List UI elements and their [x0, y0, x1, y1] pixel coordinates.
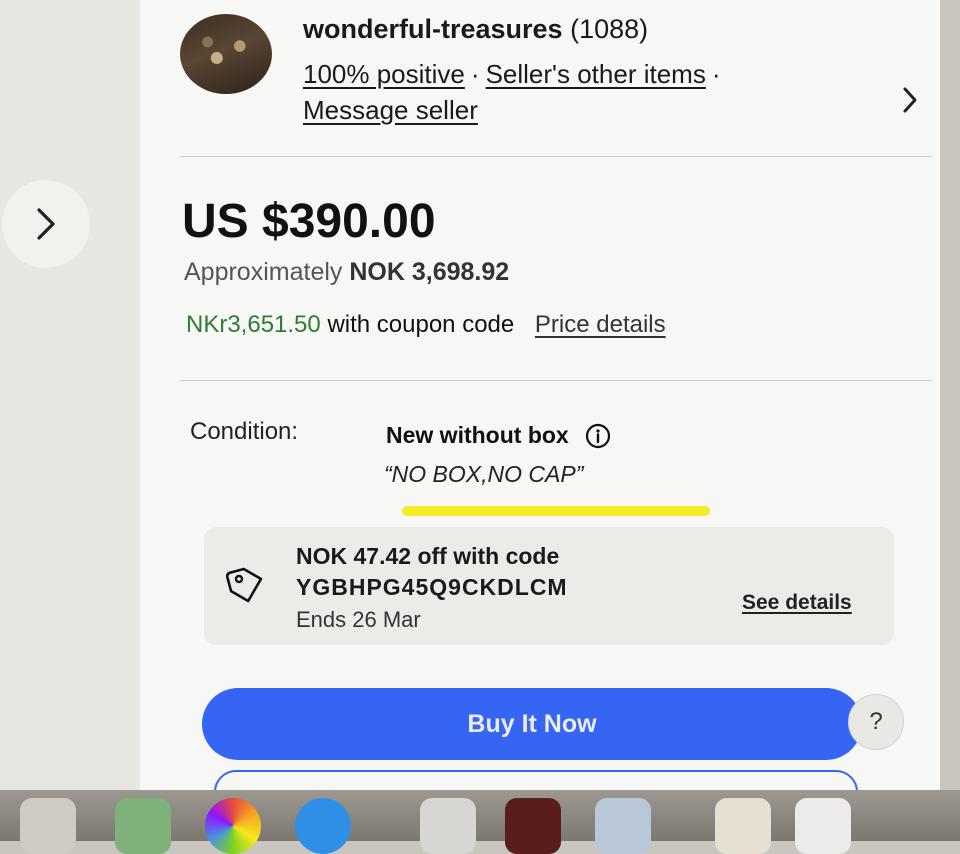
- secondary-action-button[interactable]: [214, 770, 858, 790]
- buy-it-now-button[interactable]: Buy It Now: [202, 688, 862, 760]
- approx-value: NOK 3,698.92: [349, 258, 510, 286]
- coupon-discount: NOK 47.42 off with code: [296, 543, 560, 569]
- item-details-panel: wonderful-treasures (1088) 100% positive…: [140, 0, 940, 790]
- divider: [180, 156, 932, 157]
- coupon-price-value: NKr3,651.50: [186, 311, 321, 338]
- seller-links: 100% positive · Seller's other items · Mess…: [303, 56, 727, 128]
- dock-maps-icon[interactable]: [115, 798, 171, 854]
- yellow-highlight-mark: [402, 506, 710, 516]
- message-seller-link[interactable]: Message seller: [303, 95, 478, 125]
- os-dock: [0, 790, 960, 854]
- divider: [180, 380, 932, 381]
- approx-label: Approximately: [184, 258, 343, 286]
- seller-name-line[interactable]: wonderful-treasures (1088): [303, 14, 648, 45]
- dock-trash-icon[interactable]: [795, 798, 851, 854]
- positive-feedback-link[interactable]: 100% positive: [303, 59, 465, 89]
- coupon-price-suffix: with coupon code: [327, 311, 515, 338]
- dock-photos-icon[interactable]: [205, 798, 261, 854]
- gallery-next-button[interactable]: [2, 180, 90, 268]
- condition-value: New without box: [386, 422, 569, 448]
- link-separator: ·: [470, 59, 480, 89]
- seller-avatar[interactable]: [180, 14, 272, 94]
- dock-safari-icon[interactable]: [295, 798, 351, 854]
- item-price: US $390.00: [182, 195, 436, 248]
- dock-app-icon[interactable]: [595, 798, 651, 854]
- dock-flash-icon[interactable]: [505, 798, 561, 854]
- seller-name[interactable]: wonderful-treasures: [303, 14, 563, 44]
- image-gallery-panel: [0, 0, 140, 790]
- condition-value-line: New without box: [386, 422, 611, 449]
- coupon-price-line: NKr3,651.50 with coupon code Price detai…: [186, 311, 666, 339]
- seller-card-chevron[interactable]: [902, 86, 918, 119]
- seller-feedback-count: (1088): [570, 14, 649, 44]
- approx-price: Approximately NOK 3,698.92: [184, 258, 509, 287]
- seller-card: wonderful-treasures (1088) 100% positive…: [140, 0, 940, 150]
- coupon-code: YGBHPG45Q9CKDLCM: [296, 574, 568, 600]
- coupon-end-date: Ends 26 Mar: [296, 607, 421, 632]
- coupon-see-details-link[interactable]: See details: [742, 591, 852, 615]
- condition-note: “NO BOX,NO CAP”: [384, 461, 584, 487]
- condition-label: Condition:: [190, 418, 299, 445]
- link-separator: ·: [711, 59, 721, 89]
- chevron-right-icon: [37, 208, 55, 240]
- help-button[interactable]: ?: [848, 694, 904, 750]
- tag-icon: [225, 565, 266, 610]
- dock-app-icon[interactable]: [715, 798, 771, 854]
- price-details-link[interactable]: Price details: [535, 311, 666, 338]
- dock-app-icon[interactable]: [20, 798, 76, 854]
- chevron-right-icon: [903, 87, 917, 113]
- seller-other-items-link[interactable]: Seller's other items: [486, 59, 706, 89]
- dock-preview-icon[interactable]: [420, 798, 476, 854]
- info-icon[interactable]: [585, 423, 611, 449]
- coupon-box: NOK 47.42 off with code YGBHPG45Q9CKDLCM…: [204, 527, 894, 645]
